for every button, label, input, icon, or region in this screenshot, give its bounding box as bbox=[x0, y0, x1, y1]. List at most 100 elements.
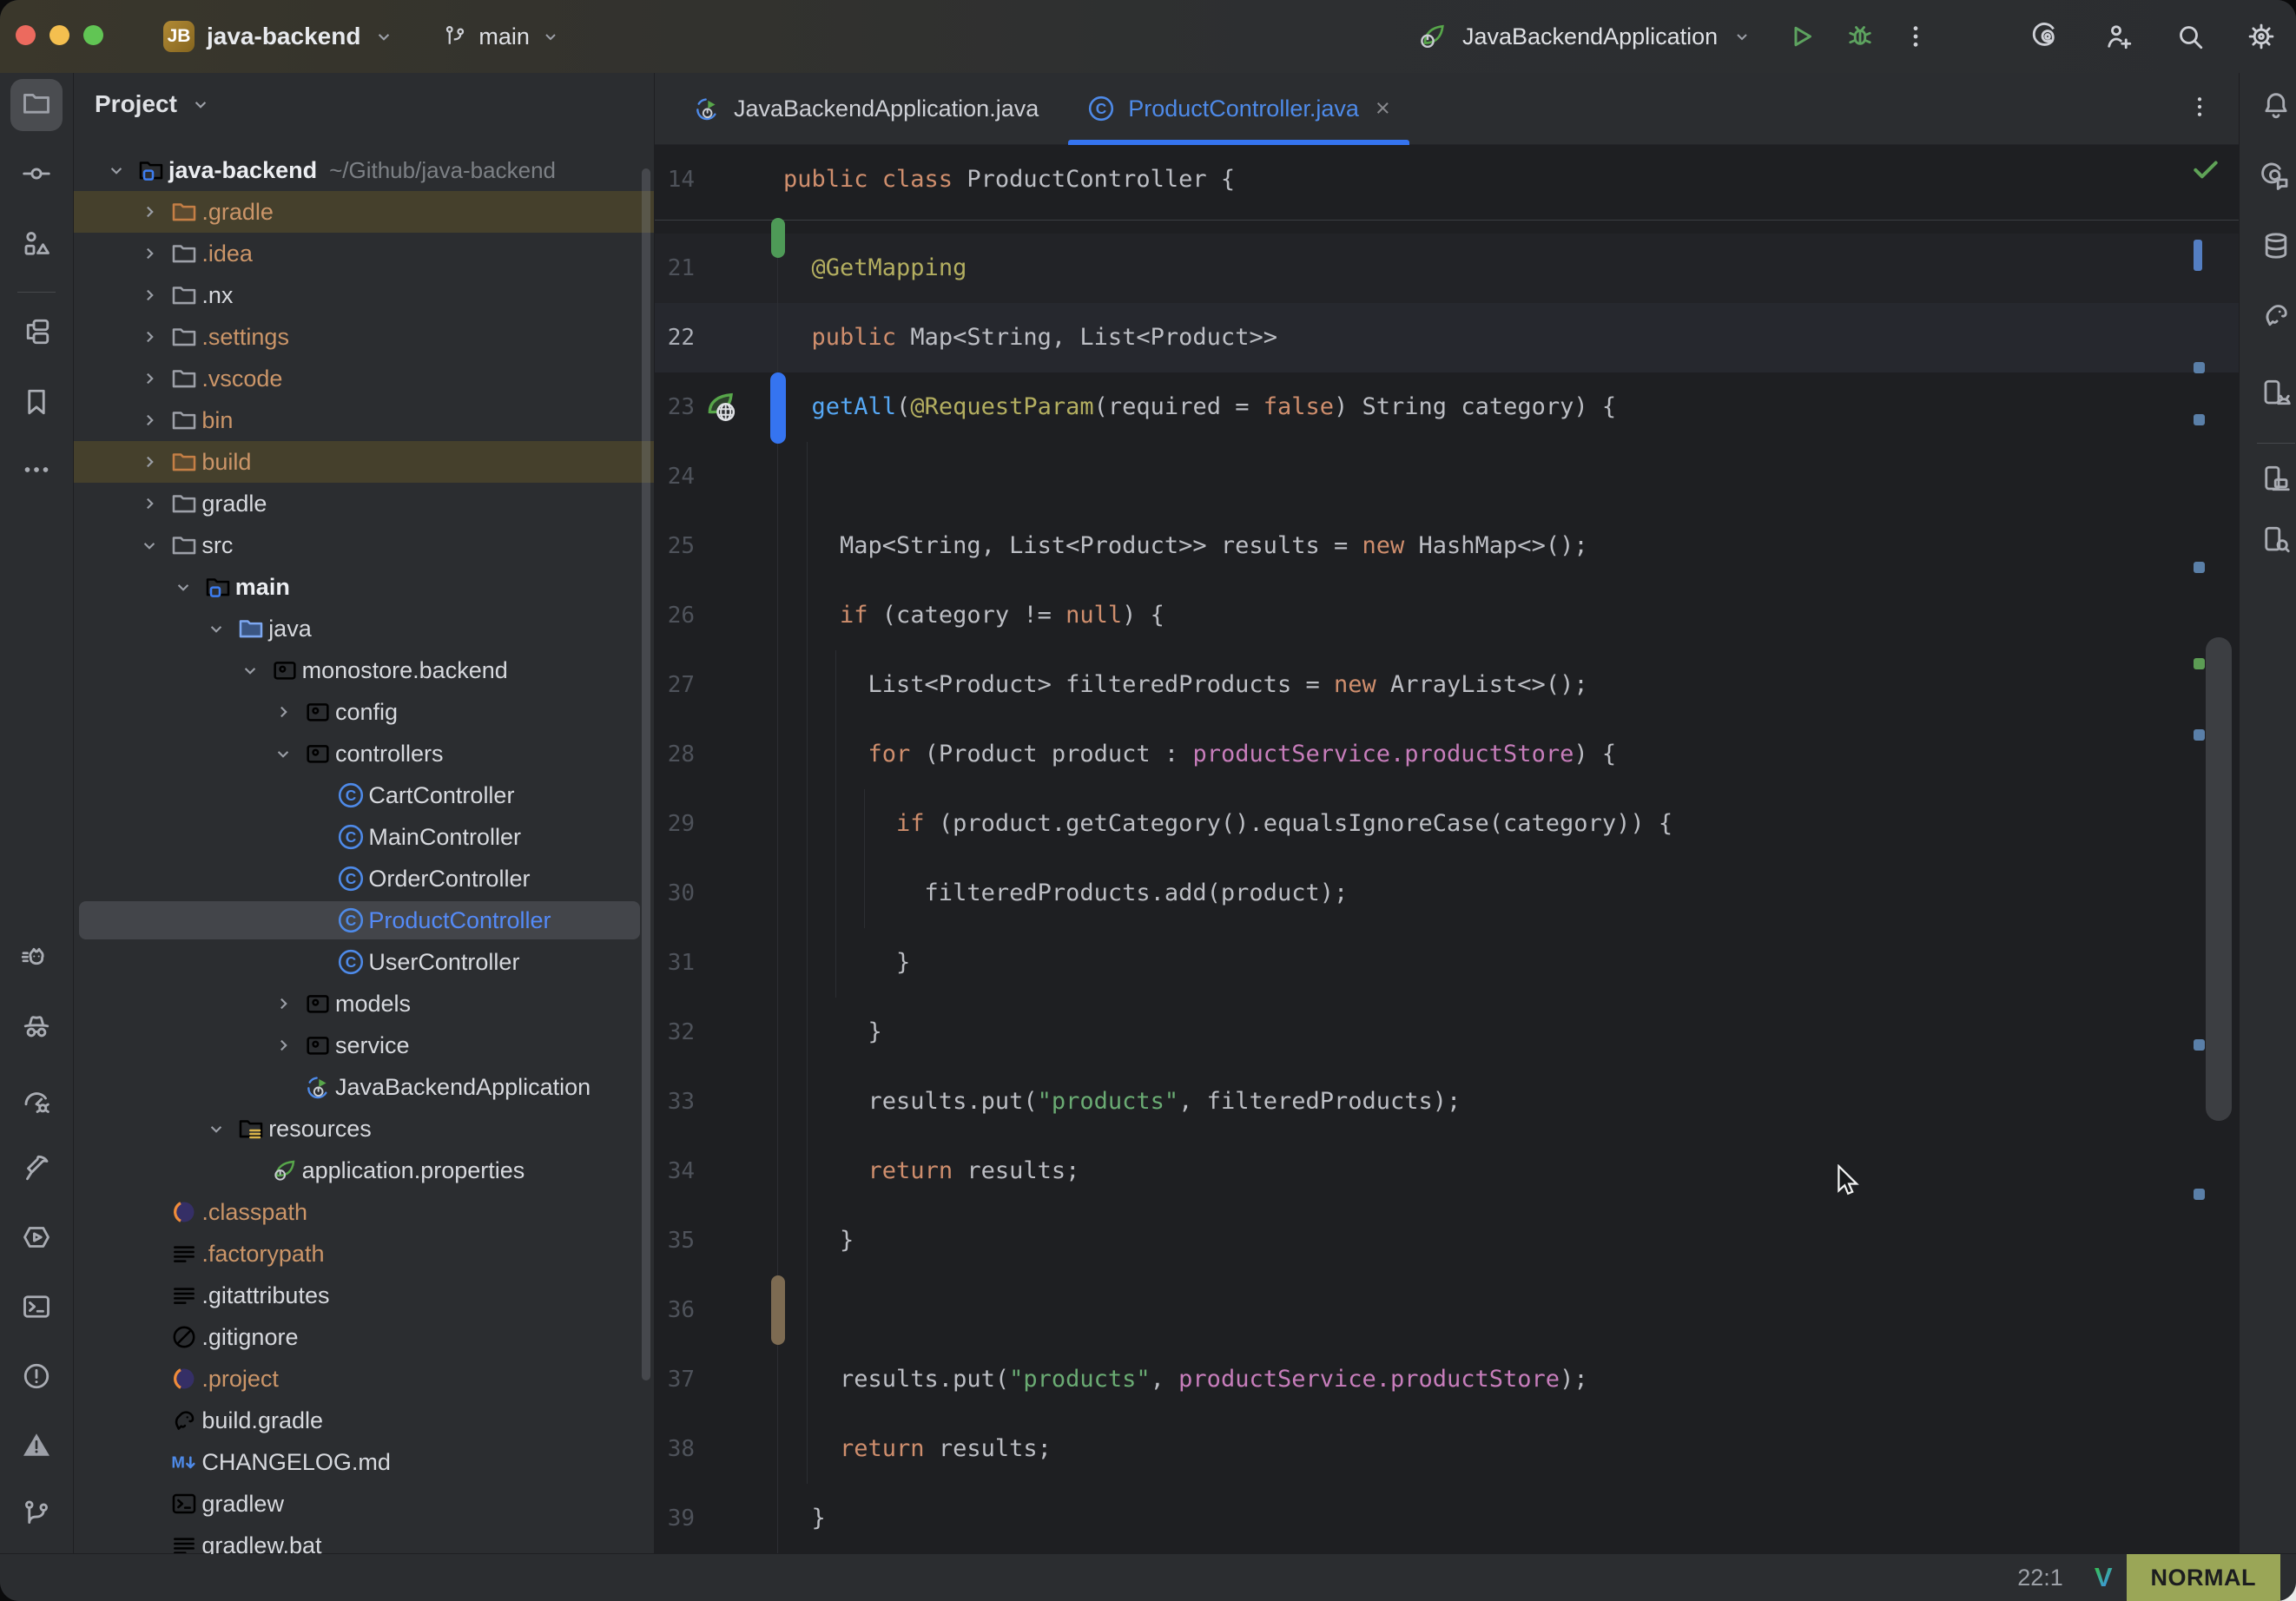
tree-row-src[interactable]: src bbox=[74, 524, 654, 566]
line-number[interactable]: 21 bbox=[655, 234, 695, 303]
tree-row-MainController[interactable]: CMainController bbox=[74, 816, 654, 858]
tree-row-models[interactable]: models bbox=[74, 983, 654, 1025]
code-line-27[interactable]: 27 List<Product> filteredProducts = new … bbox=[655, 650, 2239, 720]
code-with-me-icon[interactable] bbox=[2103, 21, 2134, 52]
tree-row-gradlew.bat[interactable]: gradlew.bat bbox=[74, 1525, 654, 1554]
tree-row-.settings[interactable]: .settings bbox=[74, 316, 654, 358]
tree-row-config[interactable]: config bbox=[74, 691, 654, 733]
settings-gear-icon[interactable] bbox=[2246, 21, 2277, 52]
chevron-right-icon[interactable] bbox=[272, 1034, 294, 1057]
project-widget[interactable]: java-backend bbox=[207, 23, 360, 50]
line-number[interactable]: 32 bbox=[655, 998, 695, 1067]
tree-row-.gitattributes[interactable]: .gitattributes bbox=[74, 1275, 654, 1316]
chevron-right-icon[interactable] bbox=[272, 701, 294, 723]
tree-row-CHANGELOG.md[interactable]: MCHANGELOG.md bbox=[74, 1441, 654, 1483]
project-icon[interactable]: JB bbox=[163, 21, 195, 52]
close-window-button[interactable] bbox=[16, 25, 36, 45]
tree-row-.classpath[interactable]: .classpath bbox=[74, 1191, 654, 1233]
toolbar-item-database[interactable] bbox=[2250, 221, 2296, 273]
toolbar-item-github-copilot[interactable] bbox=[10, 936, 63, 988]
code-line-23[interactable]: 23 getAll(@RequestParam(required = false… bbox=[655, 372, 2239, 442]
line-number[interactable]: 31 bbox=[655, 928, 695, 998]
run-button[interactable] bbox=[1785, 21, 1817, 52]
tree-row-.gitignore[interactable]: .gitignore bbox=[74, 1316, 654, 1358]
tree-row-main[interactable]: main bbox=[74, 566, 654, 608]
editor-tab-ProductController.java[interactable]: CProductController.java× bbox=[1066, 73, 1411, 144]
tree-row-build[interactable]: build bbox=[74, 441, 654, 483]
tree-row-controllers[interactable]: controllers bbox=[74, 733, 654, 774]
chevron-right-icon[interactable] bbox=[138, 451, 161, 473]
toolbar-item-terminal[interactable] bbox=[10, 1282, 63, 1334]
chevron-down-icon[interactable] bbox=[205, 617, 228, 640]
code-line-35[interactable]: 35 } bbox=[655, 1206, 2239, 1275]
toolbar-item-profiler[interactable] bbox=[10, 1077, 63, 1129]
tree-row-resources[interactable]: resources bbox=[74, 1108, 654, 1150]
tree-row-UserController[interactable]: CUserController bbox=[74, 941, 654, 983]
debug-button[interactable] bbox=[1844, 21, 1876, 52]
ai-assistant-icon[interactable] bbox=[2032, 21, 2063, 52]
tree-row-gradle[interactable]: gradle bbox=[74, 483, 654, 524]
analysis-stripe-mark[interactable] bbox=[2194, 1039, 2205, 1051]
toolbar-item-project[interactable] bbox=[10, 79, 63, 131]
code-line-32[interactable]: 32 } bbox=[655, 998, 2239, 1067]
toolbar-item-problems[interactable] bbox=[10, 1352, 63, 1404]
tree-row-gradlew[interactable]: gradlew bbox=[74, 1483, 654, 1525]
code-line-28[interactable]: 28 for (Product product : productService… bbox=[655, 720, 2239, 789]
close-tab-icon[interactable]: × bbox=[1376, 96, 1390, 122]
code-line-37[interactable]: 37 results.put("products", productServic… bbox=[655, 1345, 2239, 1414]
more-actions-button[interactable] bbox=[1902, 23, 1930, 50]
code-line-34[interactable]: 34 return results; bbox=[655, 1137, 2239, 1206]
project-scrollbar[interactable] bbox=[642, 168, 650, 1380]
chevron-right-icon[interactable] bbox=[138, 492, 161, 515]
caret-position-widget[interactable]: 22:1 bbox=[2017, 1565, 2063, 1591]
toolbar-item-bookmarks[interactable] bbox=[10, 378, 63, 430]
tree-row-OrderController[interactable]: COrderController bbox=[74, 858, 654, 899]
code-line-31[interactable]: 31 } bbox=[655, 928, 2239, 998]
tree-row-service[interactable]: service bbox=[74, 1025, 654, 1066]
tree-row-.factorypath[interactable]: .factorypath bbox=[74, 1233, 654, 1275]
line-number[interactable]: 24 bbox=[655, 442, 695, 511]
chevron-right-icon[interactable] bbox=[138, 284, 161, 306]
toolbar-item-device-manager[interactable] bbox=[2250, 368, 2296, 420]
tree-row-application.properties[interactable]: application.properties bbox=[74, 1150, 654, 1191]
maximize-window-button[interactable] bbox=[83, 25, 103, 45]
inspection-ok-check-icon[interactable] bbox=[2188, 152, 2223, 187]
analysis-stripe-mark[interactable] bbox=[2194, 658, 2205, 669]
line-number[interactable]: 26 bbox=[655, 581, 695, 650]
analysis-stripe-mark[interactable] bbox=[2194, 562, 2205, 573]
vcs-branch-widget[interactable]: main bbox=[442, 23, 561, 50]
line-number[interactable]: 23 bbox=[655, 372, 695, 442]
toolbar-item-services[interactable] bbox=[10, 1213, 63, 1265]
chevron-right-icon[interactable] bbox=[138, 367, 161, 390]
line-number[interactable]: 34 bbox=[655, 1137, 695, 1206]
code-line-29[interactable]: 29 if (product.getCategory().equalsIgnor… bbox=[655, 789, 2239, 859]
toolbar-item-commit[interactable] bbox=[10, 149, 63, 201]
chevron-down-icon[interactable] bbox=[272, 742, 294, 765]
rest-endpoint-gutter-icon[interactable] bbox=[703, 388, 742, 426]
chevron-right-icon[interactable] bbox=[138, 201, 161, 223]
tree-row-ProductController[interactable]: CProductController bbox=[74, 899, 654, 941]
toolbar-item-warnings[interactable] bbox=[10, 1420, 63, 1473]
analysis-stripe-mark[interactable] bbox=[2194, 362, 2205, 373]
toolbar-item-endpoints-incognito[interactable] bbox=[10, 1003, 63, 1055]
toolbar-item-notifications[interactable] bbox=[2250, 81, 2296, 133]
toolbar-item-ai-assistant[interactable] bbox=[2250, 153, 2296, 205]
tree-row-.nx[interactable]: .nx bbox=[74, 274, 654, 316]
toolbar-item-version-control[interactable] bbox=[10, 1489, 63, 1541]
toolbar-item-dependencies[interactable] bbox=[10, 220, 63, 272]
line-number[interactable]: 30 bbox=[655, 859, 695, 928]
line-number[interactable]: 22 bbox=[655, 303, 695, 372]
tree-row-java-backend[interactable]: java-backend~/Github/java-backend bbox=[74, 149, 654, 191]
code-line-33[interactable]: 33 results.put("products", filteredProdu… bbox=[655, 1067, 2239, 1137]
chevron-down-icon[interactable] bbox=[205, 1117, 228, 1140]
toolbar-item-running-devices[interactable] bbox=[2250, 454, 2296, 506]
line-number[interactable]: 33 bbox=[655, 1067, 695, 1137]
chevron-right-icon[interactable] bbox=[138, 326, 161, 348]
line-number[interactable]: 39 bbox=[655, 1484, 695, 1553]
line-number[interactable]: 38 bbox=[655, 1414, 695, 1484]
analysis-stripe-mark[interactable] bbox=[2194, 414, 2205, 425]
tree-row-monostore.backend[interactable]: monostore.backend bbox=[74, 649, 654, 691]
code-editor[interactable]: 14public class ProductController {21 @Ge… bbox=[655, 145, 2239, 1554]
editor-scrollbar-thumb[interactable] bbox=[2206, 637, 2232, 1121]
code-line-22[interactable]: 22 public Map<String, List<Product>> bbox=[655, 303, 2239, 372]
